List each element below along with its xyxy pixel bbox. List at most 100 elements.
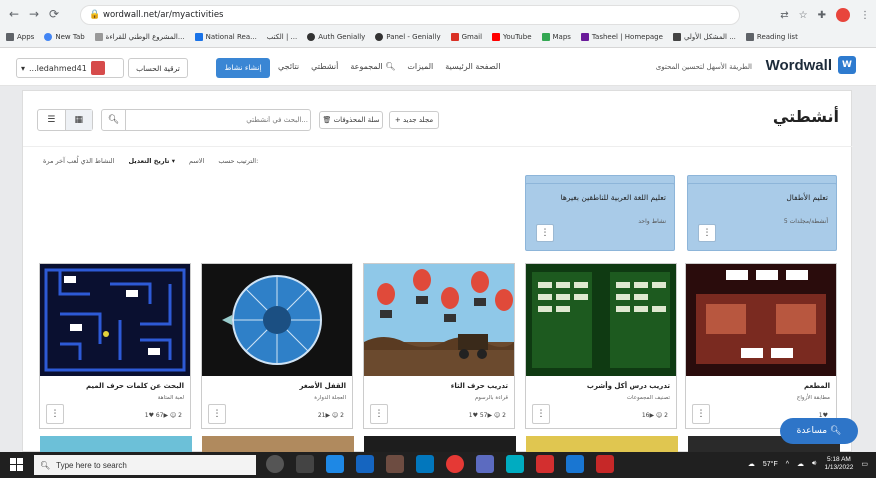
nav-features[interactable]: الميزات [407, 62, 433, 71]
mail-icon[interactable] [416, 455, 434, 473]
skype-icon[interactable] [506, 455, 524, 473]
bookmark-item[interactable]: المشروع الوطني للقراءة... [94, 33, 185, 41]
sort-label: الترتيب حسب: [218, 157, 259, 165]
bookmark-gmail[interactable]: Gmail [450, 33, 482, 41]
office-icon[interactable] [536, 455, 554, 473]
tray-chevron-icon[interactable]: ^ [786, 461, 789, 468]
maze-chase-thumbnail [40, 264, 190, 376]
task-view-icon[interactable] [296, 455, 314, 473]
menu-dots-icon[interactable]: ⋮ [860, 10, 870, 21]
activity-card[interactable]: القفل الأصغر العجلة الدوارة ⋮ 21▶ ☺ 2 [201, 263, 353, 429]
bookmark-item[interactable]: Auth Genially [307, 33, 365, 41]
help-button[interactable]: مساعدة 🔍︎ [780, 418, 858, 444]
sort-modified[interactable]: تاريخ التعديل ▾ [128, 157, 175, 165]
bookmark-item[interactable]: Tasheel | Homepage [580, 33, 663, 41]
chrome-icon[interactable] [446, 455, 464, 473]
taskbar-search[interactable]: 🔍︎ Type here to search [34, 455, 256, 475]
site-tagline: الطريقة الأسهل لتحسين المحتوى [655, 63, 752, 71]
nav-my-results[interactable]: نتائجي [278, 62, 299, 71]
activity-card-partial[interactable] [526, 436, 678, 452]
activity-card-partial[interactable] [364, 436, 516, 452]
activity-title: تدريب حرف التاء [450, 382, 508, 390]
activity-type: لعبة المتاهة [157, 395, 184, 401]
wordwall-logo[interactable]: Wordwall W [766, 56, 856, 74]
activity-card[interactable]: البحث عن كلمات حرف الميم لعبة المتاهة ⋮ … [39, 263, 191, 429]
translate-icon[interactable]: ⇄ [780, 10, 788, 21]
back-icon[interactable]: ← [6, 6, 22, 22]
reading-list-icon [745, 33, 754, 41]
activity-stats: 1♥ 57▶ ☺ 2 [468, 412, 506, 419]
reload-icon[interactable]: ⟳ [46, 6, 62, 22]
recycle-bin-button[interactable]: 🗑 سلة المحذوفات [319, 111, 383, 129]
settings-app-icon[interactable] [356, 455, 374, 473]
activities-toolbar: ☰ ▦ 🔍︎ 🗑 سلة المحذوفات + مجلد جديد أنشطت… [23, 91, 853, 147]
avatar [90, 61, 105, 75]
folder-item[interactable]: تعليم الأطفال 5 أنشطة/مجلدات ⋮ [687, 183, 837, 251]
grid-view-icon[interactable]: ▦ [64, 110, 92, 130]
bookmark-item[interactable]: الكتب | ... [267, 33, 297, 41]
bookmark-maps[interactable]: Maps [541, 33, 571, 41]
windows-start-icon[interactable] [10, 458, 24, 472]
activity-card[interactable]: تدريب درس أكل وأشرب تصنيف المجموعات ⋮ 16… [525, 263, 677, 429]
system-tray: ☁ 57°F ^ ☁ 🔊︎ 5:18 AM 1/13/2022 ▭ [748, 456, 868, 472]
activity-stats: 16▶ ☺ 2 [641, 412, 668, 419]
bookmark-apps[interactable]: Apps [6, 33, 34, 41]
profile-avatar[interactable] [836, 8, 850, 22]
group-sort-thumbnail [526, 264, 676, 376]
search-input[interactable] [128, 112, 308, 128]
bookmark-item[interactable]: المشكل الأولي ... [672, 33, 736, 41]
activity-menu-icon[interactable]: ⋮ [370, 404, 388, 424]
sort-name[interactable]: الاسم [189, 157, 204, 165]
bookmark-item[interactable]: Panel - Genially [375, 33, 441, 41]
folder-item[interactable]: تعليم اللغة العربية للناطقين بغيرها نشاط… [525, 183, 675, 251]
bookmark-newtab[interactable]: New Tab [44, 33, 85, 41]
bookmark-reading-list[interactable]: Reading list [745, 33, 798, 41]
system-clock[interactable]: 5:18 AM 1/13/2022 [824, 456, 853, 472]
activity-title: تدريب درس أكل وأشرب [586, 382, 670, 390]
bookmark-item[interactable]: National Rea... [194, 33, 257, 41]
volume-icon[interactable]: 🔊︎ [812, 460, 816, 468]
notifications-icon[interactable]: ▭ [861, 460, 868, 468]
apps-grid-icon [6, 33, 14, 41]
activity-title: البحث عن كلمات حرف الميم [85, 382, 184, 390]
folder-menu-icon[interactable]: ⋮ [698, 224, 716, 242]
balloon-pop-thumbnail [364, 264, 514, 376]
user-name: ...ledahmed41 [29, 63, 87, 73]
activity-card-partial[interactable] [202, 436, 354, 452]
activity-menu-icon[interactable]: ⋮ [46, 404, 64, 424]
sort-last-played[interactable]: النشاط الذي لُعب آخر مرة [43, 157, 114, 165]
nav-my-activities[interactable]: أنشطتي [311, 62, 338, 71]
nav-community[interactable]: 🔍︎ المجموعة [350, 62, 395, 71]
calendar-app-icon[interactable] [386, 455, 404, 473]
address-bar[interactable]: 🔒 wordwall.net/ar/myactivities [80, 5, 740, 25]
teams-icon[interactable] [476, 455, 494, 473]
bookmark-youtube[interactable]: YouTube [492, 33, 532, 41]
create-activity-button[interactable]: إنشاء نشاط [216, 58, 270, 78]
new-folder-button[interactable]: + مجلد جديد [389, 111, 439, 129]
activity-card[interactable]: المطعم مطابقة الأزواج ⋮ 1♥ [685, 263, 837, 429]
plus-icon: + [394, 116, 403, 124]
upgrade-account-button[interactable]: ترقية الحساب [128, 58, 188, 78]
forward-icon[interactable]: → [26, 6, 42, 22]
activity-menu-icon[interactable]: ⋮ [208, 404, 226, 424]
nav-home[interactable]: الصفحة الرئيسية [445, 62, 500, 71]
lock-icon: 🔒 [89, 10, 101, 20]
cortana-icon[interactable] [266, 455, 284, 473]
bookmark-star-icon[interactable]: ☆ [799, 10, 808, 21]
edge-icon[interactable] [326, 455, 344, 473]
main-nav: الصفحة الرئيسية الميزات 🔍︎ المجموعة أنشط… [278, 62, 500, 71]
folder-menu-icon[interactable]: ⋮ [536, 224, 554, 242]
extensions-icon[interactable]: ✚ [818, 10, 826, 21]
activity-menu-icon[interactable]: ⋮ [532, 404, 550, 424]
address-url: wordwall.net/ar/myactivities [103, 10, 224, 20]
network-icon[interactable]: ☁ [797, 460, 804, 468]
powerpoint-icon[interactable] [596, 455, 614, 473]
search-icon[interactable]: 🔍︎ [102, 110, 126, 130]
user-menu[interactable]: ▾ ...ledahmed41 [16, 58, 124, 78]
logo-mark-icon: W [838, 56, 856, 74]
activity-menu-icon[interactable]: ⋮ [692, 404, 710, 424]
word-icon[interactable] [566, 455, 584, 473]
activity-card[interactable]: تدريب حرف التاء قراءة بالرسوم ⋮ 1♥ 57▶ ☺… [363, 263, 515, 429]
list-view-icon[interactable]: ☰ [38, 110, 65, 130]
activity-card-partial[interactable] [40, 436, 192, 452]
